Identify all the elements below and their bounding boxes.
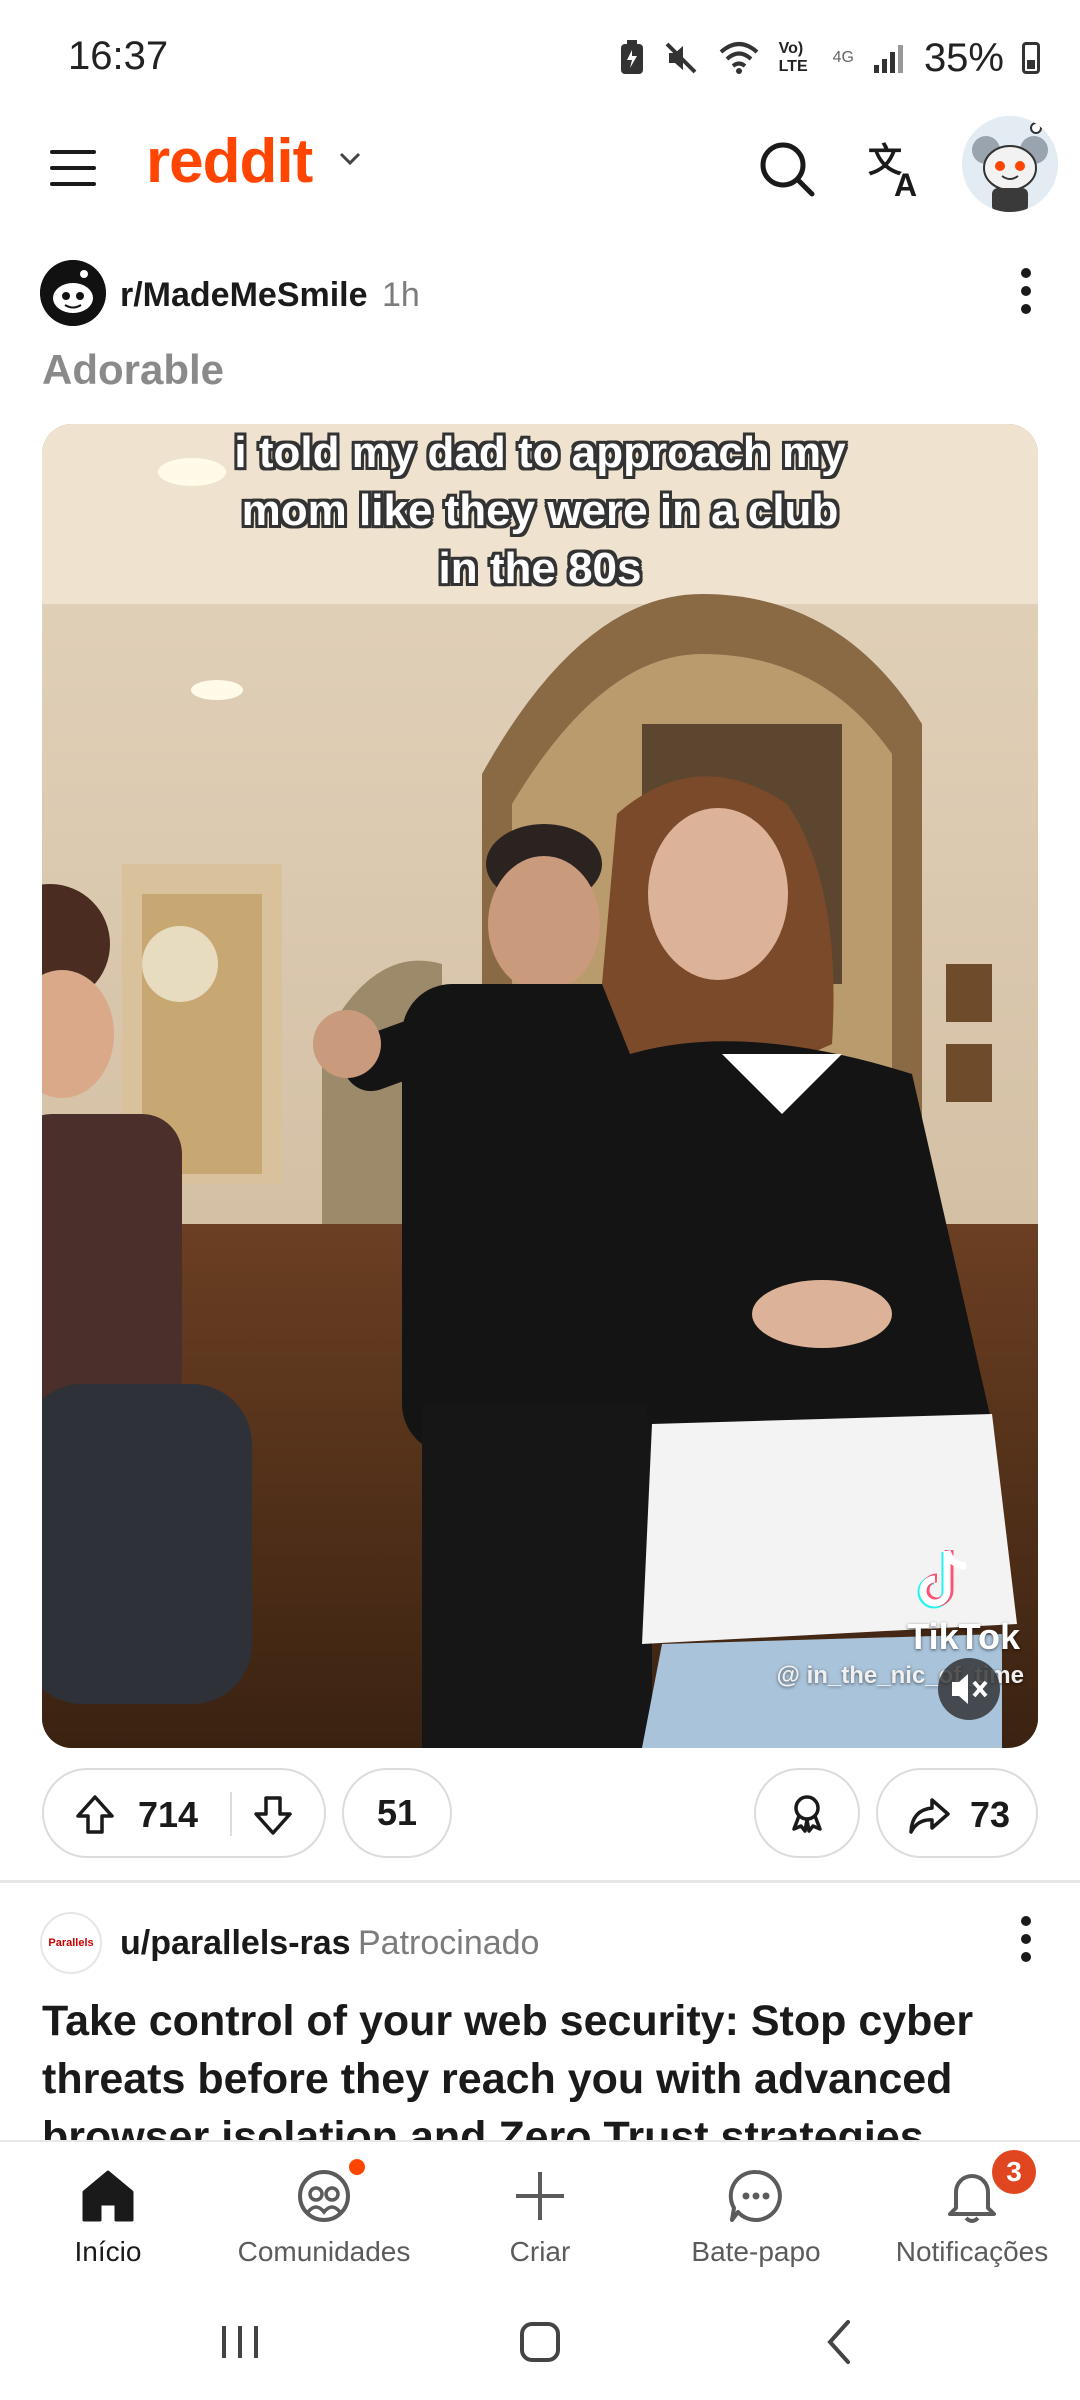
sponsored-post-header: Parallels u/parallels-ras Patrocinado	[0, 1908, 1080, 1978]
tiktok-watermark: TikTok	[907, 1616, 1020, 1657]
nav-label: Início	[74, 2236, 142, 2267]
sponsored-post-title[interactable]: Take control of your web security: Stop …	[42, 1992, 1042, 2140]
post-options-icon[interactable]	[1014, 268, 1038, 320]
svg-text:A: A	[894, 167, 917, 203]
video-frame	[42, 424, 1038, 1748]
award-icon	[792, 1795, 822, 1833]
feed-divider	[0, 1880, 1080, 1883]
video-caption: i told my dad to approach my mom like th…	[42, 424, 1038, 598]
wifi-icon	[719, 42, 758, 74]
post-actions: 714 51 73	[0, 1768, 1080, 1860]
caption-line: in the 80s	[438, 544, 642, 593]
post-header: r/MadeMeSmile 1h	[0, 254, 1080, 334]
caption-line: mom like they were in a club	[241, 486, 839, 535]
status-icons: Vo) LTE 4G 35%	[619, 30, 1040, 86]
home-button-icon[interactable]	[500, 2312, 580, 2372]
sponsored-label: Patrocinado	[358, 1924, 540, 1962]
comments-button[interactable]: 51	[342, 1768, 452, 1858]
network-label: 4G	[832, 49, 854, 66]
nav-notifications[interactable]: 3 Notificações	[864, 2142, 1080, 2284]
notification-count-badge: 3	[992, 2150, 1036, 2194]
subreddit-name[interactable]: r/MadeMeSmile	[120, 276, 368, 315]
subreddit-avatar[interactable]	[40, 260, 106, 326]
nav-label: Notificações	[895, 2236, 1049, 2267]
mute-icon	[665, 42, 697, 74]
advertiser-name[interactable]: u/parallels-ras	[120, 1924, 351, 1963]
status-time: 16:37	[68, 34, 169, 78]
chevron-down-icon[interactable]	[336, 144, 364, 180]
tiktok-logo-icon	[916, 1546, 976, 1616]
nav-chat[interactable]: Bate-papo	[648, 2142, 864, 2284]
volte-label: Vo) LTE	[778, 40, 808, 75]
status-bar: 16:37 Vo) LTE 4G 35%	[0, 0, 1080, 120]
downvote-icon[interactable]	[250, 1792, 296, 1847]
caption-line: i told my dad to approach my	[234, 428, 846, 477]
nav-label: Bate-papo	[691, 2236, 821, 2267]
app-header: reddit 文A	[0, 116, 1080, 216]
translate-icon[interactable]: 文A	[862, 134, 932, 204]
communities-icon	[298, 2170, 350, 2222]
vote-count: 714	[138, 1794, 199, 1835]
plus-icon	[516, 2172, 564, 2220]
user-avatar[interactable]	[962, 116, 1058, 212]
nav-home[interactable]: Início	[0, 2142, 216, 2284]
award-button[interactable]	[754, 1768, 860, 1858]
notification-dot	[346, 2156, 368, 2178]
home-icon	[82, 2170, 134, 2222]
post-title[interactable]: Adorable	[42, 346, 224, 394]
battery-percent: 35%	[923, 35, 1004, 80]
advertiser-avatar[interactable]: Parallels	[40, 1912, 102, 1974]
post-age: 1h	[382, 276, 420, 314]
system-navigation-bar	[0, 2282, 1080, 2400]
vote-control: 714	[42, 1768, 326, 1858]
ad-options-icon[interactable]	[1014, 1916, 1038, 1968]
reddit-logo[interactable]: reddit	[146, 126, 313, 197]
nav-create[interactable]: Criar	[432, 2142, 648, 2284]
bottom-navigation: Início Comunidades Criar Bate-papo 3 Not…	[0, 2140, 1080, 2282]
signal-icon	[873, 45, 903, 73]
vote-divider	[230, 1792, 232, 1836]
nav-label: Comunidades	[237, 2236, 411, 2267]
back-icon[interactable]	[800, 2312, 880, 2372]
nav-label: Criar	[509, 2236, 571, 2267]
search-icon[interactable]	[752, 134, 822, 204]
battery-icon	[1022, 42, 1040, 74]
recent-apps-icon[interactable]	[200, 2312, 280, 2372]
battery-saver-icon	[620, 40, 643, 74]
comment-count: 51	[376, 1792, 418, 1833]
share-icon	[906, 1792, 952, 1847]
menu-icon[interactable]	[46, 140, 102, 196]
upvote-icon[interactable]	[72, 1792, 118, 1847]
chat-icon	[728, 2169, 782, 2222]
nav-communities[interactable]: Comunidades	[216, 2142, 432, 2284]
volume-muted-icon[interactable]	[938, 1658, 1000, 1720]
share-button[interactable]: 73	[876, 1768, 1038, 1858]
share-count: 73	[970, 1794, 1011, 1835]
post-video[interactable]: i told my dad to approach my mom like th…	[42, 424, 1038, 1748]
